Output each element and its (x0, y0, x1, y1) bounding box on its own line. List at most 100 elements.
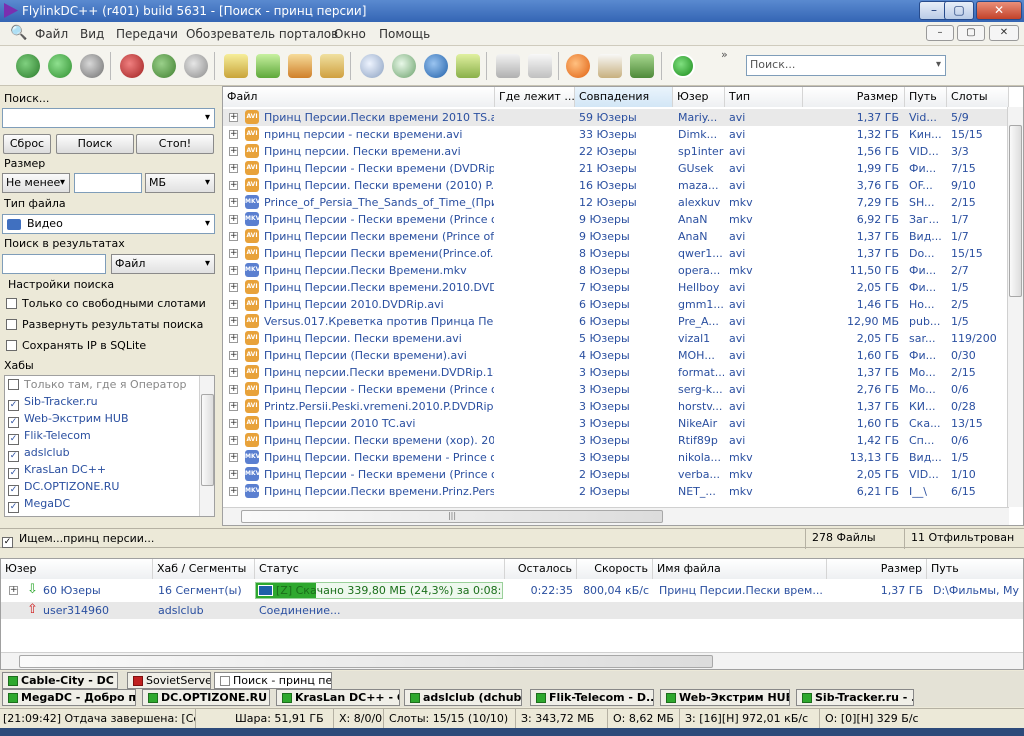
tab-kraslan[interactable]: KrasLan DC++ - C... (276, 689, 400, 706)
search-spy-icon[interactable] (424, 54, 448, 78)
expand-icon[interactable]: + (229, 164, 238, 173)
connect-icon[interactable] (16, 54, 40, 78)
size-value-input[interactable] (74, 173, 142, 193)
tcol-user[interactable]: Юзер (1, 559, 153, 579)
result-row[interactable]: + AVI Принц Персии - Пески времени (Prince… (223, 381, 1009, 398)
expand-icon[interactable]: + (229, 317, 238, 326)
result-row[interactable]: + AVI Принц Персии - Пески времени (DVDRip… (223, 160, 1009, 177)
mdi-close-button[interactable]: ✕ (989, 25, 1019, 41)
tab-cable-city[interactable]: Cable-City - DC ... (2, 672, 118, 689)
maximize-button[interactable]: ▢ (944, 1, 974, 20)
result-row[interactable]: + MKV Принц Персии - Пески времени (Prince… (223, 211, 1009, 228)
tcol-status[interactable]: Статус (255, 559, 505, 579)
tcol-size[interactable]: Размер (827, 559, 927, 579)
transfer-row[interactable]: + ⇩ 60 Юзеры 16 Сегмент(ы) [Z] Скачано 3… (1, 582, 1023, 599)
search-toolbar-icon[interactable] (360, 54, 384, 78)
col-path[interactable]: Путь (905, 87, 947, 107)
options-icon[interactable] (598, 54, 622, 78)
result-row[interactable]: + AVI Принц Персии (Пески времени).avi 4 Юз… (223, 347, 1009, 364)
tab-sib-tracker[interactable]: Sib-Tracker.ru - ... (796, 689, 914, 706)
finished-downloads-icon[interactable] (256, 54, 280, 78)
result-row[interactable]: + AVI Принц Персии.Пески времени 2010 TS.a… (223, 109, 1009, 126)
expand-results-checkbox[interactable] (6, 319, 17, 330)
col-matches[interactable]: Совпадения (575, 87, 673, 107)
result-row[interactable]: + AVI принц персии - пески времени.avi 33 Ю… (223, 126, 1009, 143)
expand-icon[interactable]: + (229, 283, 238, 292)
expand-icon[interactable]: + (229, 419, 238, 428)
close-button[interactable]: ✕ (976, 1, 1022, 20)
result-row[interactable]: + AVI Printz.Persii.Peski.vremeni.2010.P.D… (223, 398, 1009, 415)
expand-icon[interactable]: + (229, 300, 238, 309)
result-row[interactable]: + AVI Принц Персии Пески времени (Prince o… (223, 228, 1009, 245)
col-location[interactable]: Где лежит ... (495, 87, 575, 107)
result-row[interactable]: + AVI Versus.017.Креветка против Принца Пе… (223, 313, 1009, 330)
users-icon[interactable] (152, 54, 176, 78)
power-icon[interactable] (671, 54, 695, 78)
tcol-speed[interactable]: Скорость (577, 559, 653, 579)
result-row[interactable]: + MKV Prince_of_Persia_The_Sands_of_Time_(… (223, 194, 1009, 211)
settings-icon[interactable] (528, 54, 552, 78)
option-expand-results[interactable]: Развернуть результаты поиска (6, 318, 203, 331)
tab-soviet-server[interactable]: SovietServer (127, 672, 211, 689)
col-size[interactable]: Размер (803, 87, 905, 107)
hub-item-sib-tracker[interactable]: ✓ Sib-Tracker.ru (8, 395, 98, 411)
result-row[interactable]: + MKV Принц Персии. Пески времени - Prince… (223, 449, 1009, 466)
menu-transfers[interactable]: Передачи (116, 27, 178, 41)
expand-icon[interactable]: + (229, 181, 238, 190)
hub-item-operator-only[interactable]: Только там, где я Оператор (8, 378, 187, 391)
expand-icon[interactable]: + (229, 198, 238, 207)
free-slots-checkbox[interactable] (6, 298, 17, 309)
result-row[interactable]: + AVI Принц Персии. Пески времени (хор). 2… (223, 432, 1009, 449)
col-slots[interactable]: Слоты (947, 87, 1009, 107)
tab-flik-telecom[interactable]: Flik-Telecom - D... (530, 689, 654, 706)
reconnect-icon[interactable] (48, 54, 72, 78)
tcol-hub[interactable]: Хаб / Сегменты (153, 559, 255, 579)
results-hscrollbar[interactable]: ||| (223, 507, 1009, 525)
hub-item-optizone[interactable]: ✓ DC.OPTIZONE.RU (8, 480, 119, 496)
hub-item-adslclub[interactable]: ✓ adslclub (8, 446, 70, 462)
transfer-row[interactable]: ⇧ user314960 adslclub Соединение... (1, 602, 1023, 619)
adl-search-icon[interactable] (392, 54, 416, 78)
filter-results-input[interactable] (2, 254, 106, 274)
expand-icon[interactable]: + (229, 402, 238, 411)
file-lists-icon[interactable] (456, 54, 480, 78)
result-row[interactable]: + AVI Принц Персии Пески времени(Prince.of… (223, 245, 1009, 262)
result-row[interactable]: + AVI Принц персии. Пески времени.avi 22 Юз… (223, 143, 1009, 160)
result-row[interactable]: + AVI Принц Персии.Пески времени.2010.DVDR… (223, 279, 1009, 296)
reset-button[interactable]: Сброс (3, 134, 51, 154)
result-row[interactable]: + MKV Принц Персии - Пески времени (Prince… (223, 466, 1009, 483)
mdi-restore-button[interactable]: ▢ (957, 25, 985, 41)
uploads-queue-icon[interactable] (288, 54, 312, 78)
expand-icon[interactable]: + (229, 147, 238, 156)
hub-item-megadc[interactable]: ✓ MegaDC (8, 497, 70, 513)
expand-icon[interactable]: + (229, 351, 238, 360)
notepad-icon[interactable] (496, 54, 520, 78)
tab-web-extreme[interactable]: Web-Экстрим HUB... (660, 689, 790, 706)
tab-search-prince[interactable]: Поиск - принц пе... (214, 672, 332, 689)
queue-icon[interactable] (224, 54, 248, 78)
result-row[interactable]: + AVI Принц Персии 2010.DVDRip.avi 6 Юзеры g… (223, 296, 1009, 313)
menu-view[interactable]: Вид (80, 27, 104, 41)
tab-megadc[interactable]: MegaDC - Добро п... (2, 689, 136, 706)
expand-icon[interactable]: + (229, 215, 238, 224)
mdi-minimize-button[interactable]: – (926, 25, 954, 41)
filter-field-combo[interactable]: Файл (111, 254, 215, 274)
size-mode-combo[interactable]: Не менее (2, 173, 70, 193)
follow-redirect-icon[interactable] (80, 54, 104, 78)
results-vscrollbar[interactable] (1007, 107, 1023, 507)
result-row[interactable]: + AVI Принц Персии. Пески времени (2010) P… (223, 177, 1009, 194)
hubs-scrollbar[interactable] (199, 376, 214, 516)
menu-file[interactable]: Файл (35, 27, 68, 41)
media-icon[interactable] (566, 54, 590, 78)
tab-adslclub[interactable]: adslclub (dchub:... (404, 689, 522, 706)
hub-item-flik-telecom[interactable]: ✓ Flik-Telecom (8, 429, 91, 445)
away-icon[interactable] (630, 54, 654, 78)
expand-icon[interactable]: + (229, 436, 238, 445)
save-ip-checkbox[interactable] (6, 340, 17, 351)
col-user[interactable]: Юзер (673, 87, 725, 107)
option-save-ip[interactable]: Сохранять IP в SQLite (6, 339, 146, 352)
expand-icon[interactable]: + (229, 368, 238, 377)
expand-icon[interactable]: + (229, 249, 238, 258)
tcol-left[interactable]: Осталось (505, 559, 577, 579)
tab-optizone[interactable]: DC.OPTIZONE.RU - ... (142, 689, 270, 706)
